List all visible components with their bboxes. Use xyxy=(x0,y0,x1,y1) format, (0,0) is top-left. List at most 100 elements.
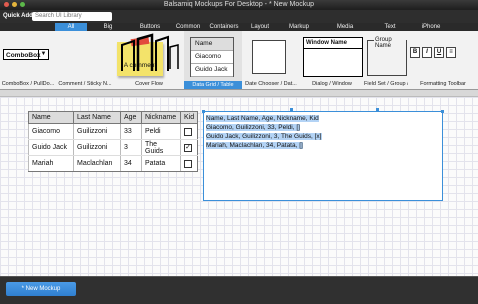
tab-media[interactable]: Media xyxy=(321,23,369,31)
library-item-dialog[interactable]: Window Name Dialog / Window xyxy=(300,31,364,89)
editor-line: Mariah, Maclachlan, 34, Patata, [] xyxy=(206,141,440,150)
cell-last-name: Guilizzoni xyxy=(73,139,121,156)
tab-text[interactable]: Text xyxy=(369,23,411,31)
cell-last-name: Guilizzoni xyxy=(73,123,121,140)
mini-grid-header: Name xyxy=(191,38,233,51)
formatting-toolbar-sample: B I U ≡ xyxy=(410,47,478,58)
column-header-kid: Kid xyxy=(179,111,199,124)
mockup-canvas[interactable]: Name Last Name Age Nickname Kid Giacomo … xyxy=(0,97,478,276)
library-item-caption: Date Chooser / Dat... xyxy=(245,81,297,87)
cell-last-name: Maclachlan xyxy=(73,155,121,172)
table-row[interactable]: Mariah Maclachlan 34 Patata xyxy=(28,155,199,172)
table-row[interactable]: Guido Jack Guilizzoni 3 The Guids ✓ xyxy=(28,139,199,156)
quick-add-label: Quick Add xyxy=(3,13,33,19)
library-item-caption: Cover Flow xyxy=(135,81,163,87)
dialog-sample-title: Window Name xyxy=(304,38,362,49)
data-grid-mockup[interactable]: Name Last Name Age Nickname Kid Giacomo … xyxy=(28,111,199,172)
panel-divider[interactable] xyxy=(0,90,478,97)
data-grid-sample: Name Giacomo Guido Jack xyxy=(190,37,234,77)
kid-checkbox[interactable] xyxy=(184,127,192,136)
document-tabs-bar: * New Mockup xyxy=(0,276,478,304)
kid-checkbox-checked[interactable]: ✓ xyxy=(184,143,192,152)
quick-add-toolbar: Quick Add Search UI Library xyxy=(0,10,478,23)
tab-common[interactable]: Common xyxy=(171,23,205,31)
cell-name: Guido Jack xyxy=(28,139,74,156)
document-tab-new-mockup[interactable]: * New Mockup xyxy=(6,282,76,296)
cell-age: 33 xyxy=(120,123,142,140)
tab-all[interactable]: All xyxy=(55,23,87,31)
dialog-sample: Window Name xyxy=(303,37,363,77)
cell-kid xyxy=(179,155,199,172)
combobox-sample-label: ComboBox xyxy=(6,52,41,59)
close-window-icon[interactable] xyxy=(4,2,9,7)
editor-line-text: Name, Last Name, Age, Nickname, Kid xyxy=(206,115,319,122)
calendar-icon xyxy=(252,40,286,74)
cell-name: Giacomo xyxy=(28,123,74,140)
cell-nickname: Patata xyxy=(141,155,181,172)
cell-age: 34 xyxy=(120,155,142,172)
library-item-fieldset[interactable]: Group Name Field Set / Group /... xyxy=(364,31,408,89)
align-icon: ≡ xyxy=(446,47,456,58)
tab-containers[interactable]: Containers xyxy=(205,23,243,31)
cell-nickname: Peldi xyxy=(141,123,181,140)
resize-handle[interactable] xyxy=(202,110,205,113)
library-item-date-chooser[interactable]: Date Chooser / Dat... xyxy=(242,31,300,89)
library-item-caption: ComboBox / PullDo... xyxy=(1,81,55,87)
library-item-caption: Comment / Sticky N... xyxy=(58,81,112,87)
window-title: Balsamiq Mockups For Desktop - * New Moc… xyxy=(163,1,315,8)
italic-icon: I xyxy=(422,47,432,58)
fieldset-sample-label: Group Name xyxy=(374,37,406,49)
cell-age: 3 xyxy=(120,139,142,156)
library-item-caption: Formatting Toolbar xyxy=(420,81,466,87)
editor-line-text: Mariah, Maclachlan, 34, Patata, [] xyxy=(206,142,303,149)
data-grid-header-row: Name Last Name Age Nickname Kid xyxy=(28,111,199,124)
library-item-caption: Field Set / Group /... xyxy=(364,81,408,87)
editor-line-text: Guido Jack, Guilizzoni, 3, The Guids, [x… xyxy=(206,133,322,140)
tab-layout[interactable]: Layout xyxy=(243,23,277,31)
column-header-last-name: Last Name xyxy=(73,111,121,124)
cell-kid: ✓ xyxy=(179,139,199,156)
cell-kid xyxy=(179,123,199,140)
combobox-sample: ComboBox ▼ xyxy=(3,49,49,60)
tab-markup[interactable]: Markup xyxy=(277,23,321,31)
library-item-combobox[interactable]: ComboBox ▼ ComboBox / PullDo... xyxy=(0,31,56,89)
tab-iphone[interactable]: iPhone xyxy=(411,23,451,31)
resize-handle[interactable] xyxy=(441,110,444,113)
library-item-cover-flow[interactable]: Cover Flow xyxy=(114,31,184,89)
ui-library-strip: ComboBox ▼ ComboBox / PullDo... A commen… xyxy=(0,31,478,90)
editor-line-text: Giacomo, Guilizzoni, 33, Peldi, [] xyxy=(206,124,300,131)
mini-grid-row: Giacomo xyxy=(191,51,233,64)
cover-flow-icon xyxy=(121,33,179,71)
library-item-comment[interactable]: A comment Comment / Sticky N... xyxy=(56,31,163,89)
window-controls xyxy=(4,2,25,7)
kid-checkbox[interactable] xyxy=(184,159,192,168)
chevron-down-icon: ▼ xyxy=(38,50,48,59)
data-grid-text-editor[interactable]: Name, Last Name, Age, Nickname, Kid Giac… xyxy=(203,111,443,201)
table-row[interactable]: Giacomo Guilizzoni 33 Peldi xyxy=(28,123,199,140)
cell-name: Mariah xyxy=(28,155,74,172)
cell-nickname: The Guids xyxy=(141,139,181,156)
column-header-age: Age xyxy=(120,111,142,124)
underline-icon: U xyxy=(434,47,444,58)
zoom-window-icon[interactable] xyxy=(20,2,25,7)
library-item-caption: Data Grid / Table xyxy=(184,81,242,89)
mini-grid-row: Guido Jack xyxy=(191,64,233,77)
column-header-name: Name xyxy=(28,111,74,124)
editor-line: Giacomo, Guilizzoni, 33, Peldi, [] xyxy=(206,123,440,132)
library-item-formatting-toolbar[interactable]: B I U ≡ Formatting Toolbar xyxy=(408,31,478,89)
category-tabs: All Big Buttons Common Containers Layout… xyxy=(55,23,478,31)
app-window: Balsamiq Mockups For Desktop - * New Moc… xyxy=(0,0,478,304)
tab-buttons[interactable]: Buttons xyxy=(129,23,171,31)
tab-big[interactable]: Big xyxy=(87,23,129,31)
search-ui-library-input[interactable]: Search UI Library xyxy=(32,12,112,21)
column-header-nickname: Nickname xyxy=(141,111,181,124)
resize-handle[interactable] xyxy=(290,108,293,111)
title-bar: Balsamiq Mockups For Desktop - * New Moc… xyxy=(0,0,478,10)
resize-handle[interactable] xyxy=(376,108,379,111)
bold-icon: B xyxy=(410,47,420,58)
minimize-window-icon[interactable] xyxy=(12,2,17,7)
fieldset-sample: Group Name xyxy=(367,37,407,76)
library-item-data-grid[interactable]: Name Giacomo Guido Jack Data Grid / Tabl… xyxy=(184,31,242,89)
editor-line: Name, Last Name, Age, Nickname, Kid xyxy=(206,114,440,123)
library-item-caption: Dialog / Window xyxy=(312,81,352,87)
